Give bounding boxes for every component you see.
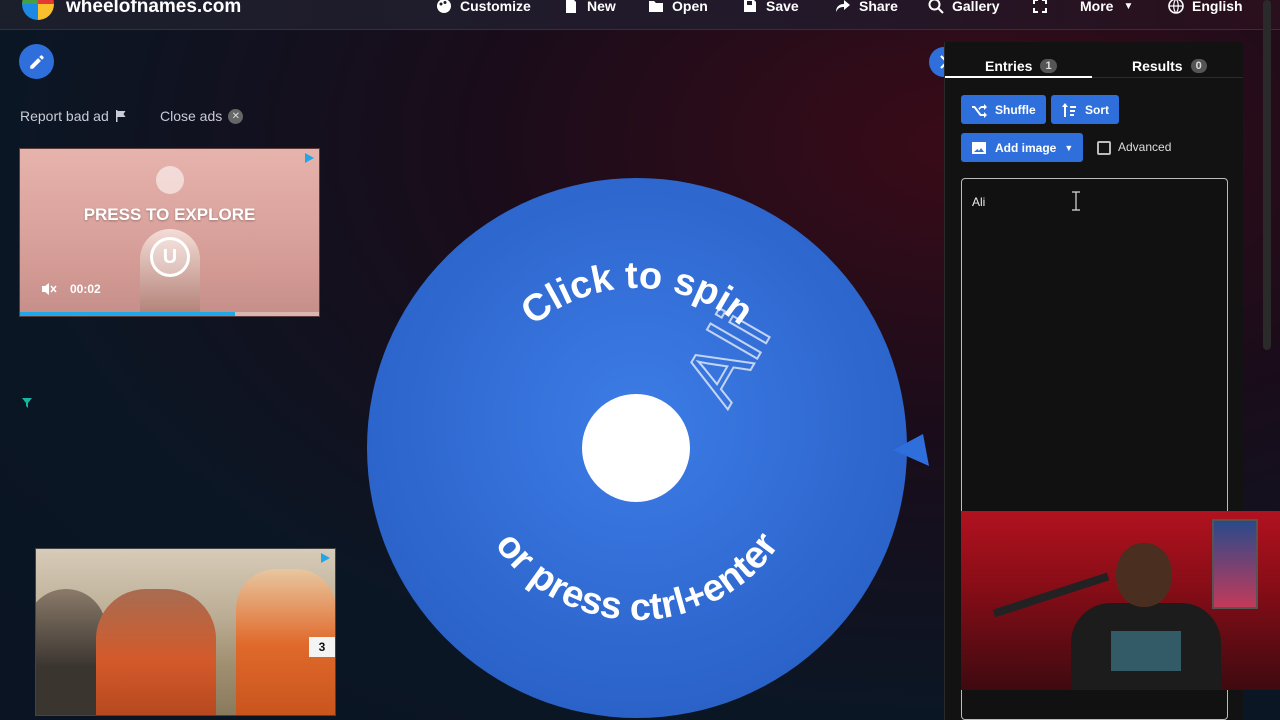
ad-image-person — [96, 589, 216, 715]
entries-count-badge: 1 — [1040, 59, 1057, 73]
palette-icon — [437, 0, 451, 13]
nav-share[interactable]: Share — [835, 0, 898, 15]
text-cursor-icon — [1072, 191, 1080, 211]
nav-gallery-label: Gallery — [952, 0, 1000, 14]
chevron-down-icon: ▼ — [1123, 0, 1134, 12]
wheel-center-hub — [582, 394, 690, 502]
nav-save[interactable]: Save — [742, 0, 799, 15]
sort-label: Sort — [1085, 102, 1109, 117]
image-ad[interactable]: 3 — [35, 548, 336, 716]
active-tab-indicator — [945, 76, 1092, 78]
nav-open-label: Open — [672, 0, 708, 14]
nav-fullscreen[interactable] — [1032, 0, 1048, 15]
ad-progress-bar — [20, 312, 319, 316]
mute-icon[interactable] — [40, 280, 58, 298]
save-icon — [744, 0, 756, 12]
shuffle-label: Shuffle — [995, 102, 1036, 117]
nav-new-label: New — [587, 0, 616, 14]
entries-text: Ali — [972, 195, 986, 209]
close-ads-label: Close ads — [160, 108, 223, 124]
share-icon — [836, 0, 850, 12]
ad-brand-icon — [156, 166, 184, 194]
nav-language-label: English — [1192, 0, 1243, 14]
webcam-fridge — [1212, 519, 1258, 609]
fullscreen-icon — [1033, 0, 1047, 13]
adchoices-icon[interactable] — [303, 152, 315, 164]
adchoices-icon[interactable] — [319, 552, 331, 564]
chevron-down-icon: ▼ — [1064, 142, 1074, 153]
site-name[interactable]: wheelofnames.com — [66, 0, 241, 18]
shuffle-icon — [972, 103, 987, 118]
adchoices-small-icon[interactable] — [21, 397, 33, 409]
edit-title-button[interactable] — [19, 44, 54, 79]
flag-icon — [115, 110, 126, 122]
folder-icon — [649, 1, 663, 12]
tab-results[interactable]: Results 0 — [1132, 52, 1207, 80]
close-ads-link[interactable]: Close ads ✕ — [160, 108, 244, 124]
ad-progress-fill — [20, 312, 236, 316]
ad-counter: 3 — [309, 637, 335, 657]
add-image-button[interactable]: Add image ▼ — [961, 133, 1084, 162]
results-count-badge: 0 — [1190, 59, 1207, 73]
nav-language[interactable]: English — [1168, 0, 1243, 15]
nav-save-label: Save — [766, 0, 799, 14]
page-scrollbar[interactable] — [1263, 0, 1271, 350]
nav-gallery[interactable]: Gallery — [928, 0, 999, 15]
tab-entries-label: Entries — [985, 58, 1033, 74]
add-image-label: Add image — [995, 140, 1057, 155]
nav-more-label: More — [1080, 0, 1114, 14]
close-icon: ✕ — [228, 108, 244, 124]
sort-icon — [1062, 102, 1076, 117]
nav-customize[interactable]: Customize — [436, 0, 531, 15]
logo-icon[interactable] — [22, 0, 54, 20]
ad-video-time: 00:02 — [70, 282, 101, 296]
sort-button[interactable]: Sort — [1051, 95, 1119, 124]
ad-logo-icon: U — [150, 237, 190, 277]
webcam-person-head — [1116, 543, 1172, 607]
globe-icon — [1168, 0, 1184, 14]
tab-results-label: Results — [1132, 58, 1183, 74]
report-bad-ad-link[interactable]: Report bad ad — [20, 108, 127, 124]
pencil-icon — [29, 54, 44, 69]
nav-new[interactable]: New — [563, 0, 616, 15]
file-icon — [566, 0, 576, 13]
nav-open[interactable]: Open — [648, 0, 708, 15]
spin-wheel[interactable]: Click to spin or press ctrl+enter Ali — [365, 176, 909, 720]
webcam-overlay — [961, 511, 1280, 690]
advanced-checkbox[interactable] — [1097, 141, 1111, 155]
nav-customize-label: Customize — [460, 0, 531, 14]
nav-more[interactable]: More ▼ — [1080, 0, 1133, 15]
top-navbar: wheelofnames.com Customize New Open Save… — [0, 0, 1280, 30]
nav-share-label: Share — [859, 0, 898, 14]
report-bad-ad-label: Report bad ad — [20, 108, 109, 124]
shuffle-button[interactable]: Shuffle — [961, 95, 1046, 124]
video-ad[interactable]: PRESS TO EXPLORE U 00:02 — [19, 148, 320, 317]
image-icon — [972, 141, 986, 154]
advanced-label: Advanced — [1118, 140, 1172, 154]
webcam-shirt-print — [1111, 631, 1181, 671]
search-icon — [928, 0, 944, 14]
ad-headline: PRESS TO EXPLORE — [83, 205, 256, 224]
wheel-pointer-icon — [893, 434, 929, 466]
